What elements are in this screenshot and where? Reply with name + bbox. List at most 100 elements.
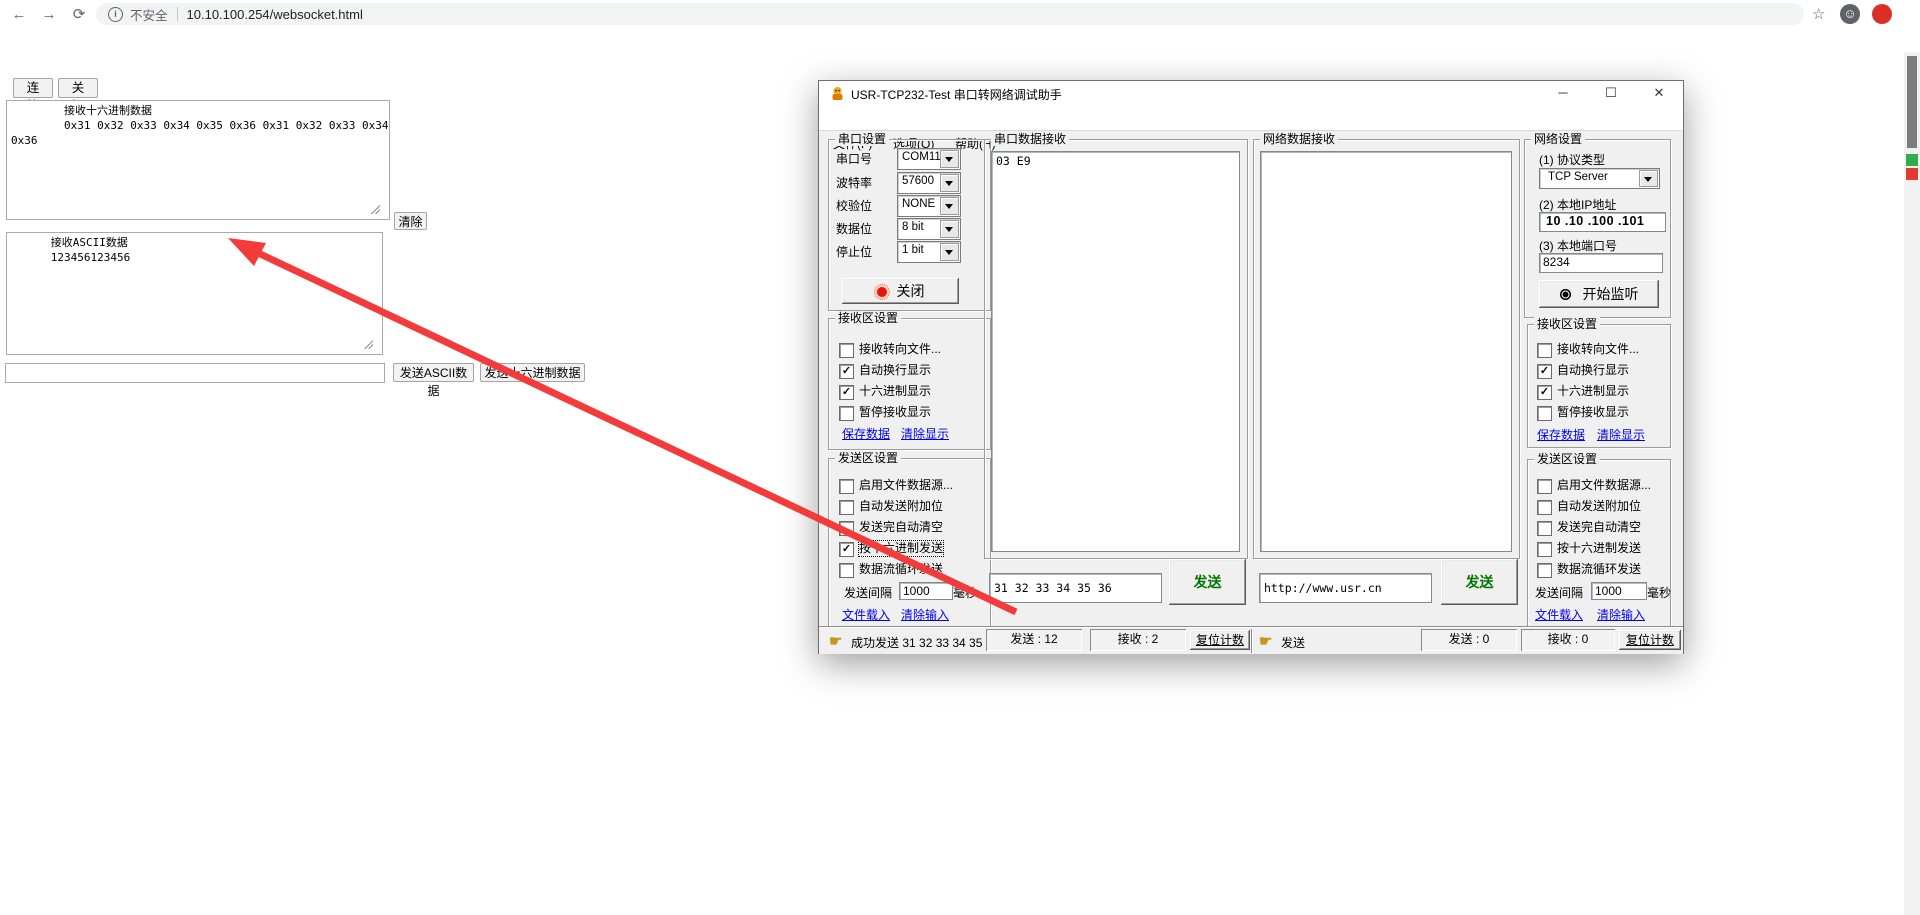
send-interval-unit: 毫秒	[953, 586, 977, 600]
info-icon[interactable]: i	[108, 7, 123, 22]
serial-send-count: 发送 : 12	[986, 629, 1082, 651]
local-ip-field[interactable]: 10 .10 .100 .101	[1539, 212, 1666, 232]
connect-button[interactable]: 连接	[13, 78, 53, 98]
reload-icon[interactable]: ⟳	[70, 6, 88, 24]
save-data-link[interactable]: 保存数据	[1537, 426, 1585, 443]
clear-input-link[interactable]: 清除输入	[901, 606, 949, 623]
serial-receive-group: 串口数据接收 03 E9	[984, 139, 1248, 559]
clear-after-send-checkbox[interactable]	[839, 521, 854, 536]
local-ip-label: (2) 本地IP地址	[1539, 198, 1616, 212]
chevron-down-icon[interactable]	[940, 243, 959, 261]
parity-select[interactable]: NONE	[897, 195, 961, 217]
chevron-down-icon[interactable]	[940, 174, 959, 192]
serial-close-button[interactable]: 关闭	[842, 278, 959, 304]
start-listen-button[interactable]: 开始监听	[1539, 280, 1659, 308]
back-icon[interactable]: ←	[10, 6, 28, 24]
loop-send-label: 数据流循环发送	[1557, 562, 1641, 577]
network-send-input[interactable]	[1259, 573, 1432, 603]
browser-toolbar: ← → ⟳ i 不安全 10.10.100.254/websocket.html…	[0, 0, 1920, 28]
network-send-count: 发送 : 0	[1421, 629, 1517, 651]
network-receive-textarea[interactable]	[1260, 151, 1512, 552]
loop-send-checkbox[interactable]	[839, 563, 854, 578]
clear-display-link[interactable]: 清除显示	[1597, 426, 1645, 443]
serial-send-input[interactable]	[989, 573, 1162, 603]
protocol-type-select[interactable]: TCP Server	[1539, 168, 1660, 189]
serial-reset-count-button[interactable]: 复位计数	[1190, 630, 1250, 650]
load-file-link[interactable]: 文件载入	[842, 606, 890, 623]
security-label: 不安全	[130, 5, 168, 24]
send-hex-button[interactable]: 发送十六进制数据	[480, 363, 585, 382]
clear-after-send-checkbox[interactable]	[1537, 521, 1552, 536]
ascii-receive-textarea[interactable]: 接收ASCII数据 123456123456	[6, 232, 383, 355]
serial-status-text: 成功发送 31 32 33 34 35	[851, 636, 984, 650]
chevron-down-icon[interactable]	[940, 150, 959, 168]
auto-wrap-checkbox[interactable]: ✓	[1537, 364, 1552, 379]
stop-bits-select[interactable]: 1 bit	[897, 241, 961, 263]
save-data-link[interactable]: 保存数据	[842, 425, 890, 442]
network-status-text: 发送	[1281, 636, 1305, 650]
url-text[interactable]: 10.10.100.254/websocket.html	[187, 7, 363, 22]
app-menubar: 文件(F) 选项(O) 帮助(H)	[819, 106, 1683, 131]
send-text-input[interactable]	[5, 363, 385, 383]
address-bar[interactable]: i 不安全 10.10.100.254/websocket.html	[96, 3, 1804, 25]
file-data-source-checkbox[interactable]	[1537, 479, 1552, 494]
avatar-icon[interactable]: ☺	[1840, 4, 1860, 24]
send-interval-input[interactable]	[1591, 582, 1647, 600]
serial-receive-textarea[interactable]: 03 E9	[991, 151, 1240, 552]
clear-after-send-label: 发送完自动清空	[1557, 520, 1641, 535]
hex-receive-textarea[interactable]: 接收十六进制数据 0x31 0x32 0x33 0x34 0x35 0x36 0…	[6, 100, 390, 220]
url-separator	[177, 7, 178, 21]
auto-wrap-checkbox[interactable]: ✓	[839, 364, 854, 379]
network-send-button[interactable]: 发送	[1441, 559, 1518, 605]
maximize-icon[interactable]: ☐	[1587, 81, 1635, 106]
clear-display-link[interactable]: 清除显示	[901, 425, 949, 442]
hex-display-checkbox[interactable]: ✓	[1537, 385, 1552, 400]
scrollbar-thumb[interactable]	[1907, 56, 1917, 148]
resize-handle-icon[interactable]	[370, 204, 380, 214]
minimize-icon[interactable]: ─	[1539, 81, 1587, 106]
network-settings-title: 网络设置	[1531, 132, 1585, 146]
recv-to-file-checkbox[interactable]	[1537, 343, 1552, 358]
scrollbar-marker-red	[1906, 168, 1918, 180]
network-reset-count-button[interactable]: 复位计数	[1619, 630, 1681, 650]
pause-recv-label: 暂停接收显示	[1557, 405, 1629, 420]
chevron-down-icon[interactable]	[940, 197, 959, 215]
pause-recv-checkbox[interactable]	[1537, 406, 1552, 421]
clear-input-link[interactable]: 清除输入	[1597, 606, 1645, 623]
clear-button[interactable]: 清除	[394, 212, 427, 230]
hex-display-checkbox[interactable]: ✓	[839, 385, 854, 400]
serial-send-button[interactable]: 发送	[1169, 559, 1246, 605]
file-data-source-checkbox[interactable]	[839, 479, 854, 494]
disconnect-button[interactable]: 关闭	[58, 78, 98, 98]
close-icon[interactable]: ✕	[1635, 81, 1683, 106]
send-as-hex-label: 按十六进制发送	[859, 541, 943, 556]
auto-send-suffix-checkbox[interactable]	[839, 500, 854, 515]
browser-update-badge[interactable]	[1872, 4, 1892, 24]
data-bits-select[interactable]: 8 bit	[897, 218, 961, 240]
loop-send-checkbox[interactable]	[1537, 563, 1552, 578]
file-data-source-label: 启用文件数据源...	[1557, 478, 1651, 493]
chevron-down-icon[interactable]	[940, 220, 959, 238]
chevron-down-icon[interactable]	[1639, 170, 1658, 187]
recv-to-file-checkbox[interactable]	[839, 343, 854, 358]
com-port-label: 串口号	[836, 152, 872, 166]
page-scrollbar[interactable]	[1904, 52, 1920, 915]
app-statusbar: ☛ 成功发送 31 32 33 34 35 发送 : 12 接收 : 2 复位计…	[819, 627, 1683, 654]
pause-recv-checkbox[interactable]	[839, 406, 854, 421]
app-titlebar[interactable]: USR-TCP232-Test 串口转网络调试助手 ─ ☐ ✕	[819, 81, 1683, 107]
local-port-field[interactable]: 8234	[1539, 253, 1663, 273]
bookmark-star-icon[interactable]: ☆	[1812, 6, 1829, 23]
send-ascii-button[interactable]: 发送ASCII数据	[393, 363, 474, 382]
send-interval-input[interactable]	[899, 582, 953, 600]
com-port-select[interactable]: COM11	[897, 148, 961, 170]
forward-icon[interactable]: →	[40, 6, 58, 24]
network-recv-count: 接收 : 0	[1521, 629, 1615, 651]
baud-rate-select[interactable]: 57600	[897, 172, 961, 194]
load-file-link[interactable]: 文件载入	[1535, 606, 1583, 623]
send-as-hex-checkbox[interactable]	[1537, 542, 1552, 557]
auto-send-suffix-checkbox[interactable]	[1537, 500, 1552, 515]
file-data-source-label: 启用文件数据源...	[859, 478, 953, 493]
resize-handle-icon[interactable]	[363, 339, 373, 349]
send-as-hex-checkbox[interactable]: ✓	[839, 542, 854, 557]
recv-settings-left-title: 接收区设置	[835, 311, 901, 325]
